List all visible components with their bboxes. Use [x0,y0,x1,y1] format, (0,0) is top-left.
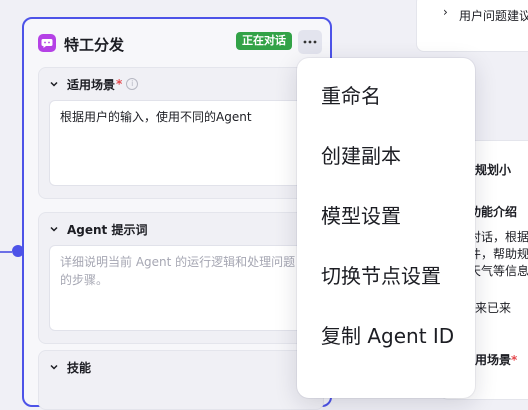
required-mark: * [116,77,123,91]
menu-item-switch-node-settings[interactable]: 切换节点设置 [321,264,441,288]
prompt-header[interactable]: Agent 提示词 [49,221,147,237]
intro-line: 天气等信息 [469,264,528,278]
context-menu: 重命名 创建副本 模型设置 切换节点设置 复制 Agent ID [297,58,475,398]
agent-node-card[interactable]: 特工分发 正在对话 适用场景 * i 根据用户的输入，使用不同的Agent Ag… [22,17,332,410]
chevron-right-icon: › [443,5,448,19]
scenario-header[interactable]: 适用场景 * i [49,76,139,92]
chat-bubble-icon [38,34,56,52]
intro-line: 对话，根据 [469,230,528,244]
menu-item-model-settings[interactable]: 模型设置 [321,204,401,228]
suggestion-row-label: 用户问题建议 [459,9,528,23]
menu-item-copy-agent-id[interactable]: 复制 Agent ID [321,324,454,348]
chevron-down-icon[interactable] [49,224,59,234]
chevron-down-icon[interactable] [49,79,59,89]
node-header: 特工分发 正在对话 [38,30,322,57]
menu-item-rename[interactable]: 重命名 [321,84,381,108]
skills-header[interactable]: 技能 [49,359,91,375]
background-panel-top: › 用户问题建议 [416,0,528,52]
ellipsis-icon [303,40,317,44]
prompt-label: Agent 提示词 [67,222,148,237]
intro-label: 功能介绍 [469,205,518,219]
prompt-textarea[interactable]: 详细说明当前 Agent 的运行逻辑和处理问题的步骤。 [49,245,313,331]
more-options-button[interactable] [298,30,322,54]
skills-label: 技能 [67,360,92,375]
chevron-down-icon[interactable] [49,362,59,372]
scenario-label: 用场景* [475,353,518,367]
node-title[interactable]: 特工分发 [64,34,124,55]
connector-line [0,251,12,253]
info-icon[interactable]: i [126,78,139,90]
prompt-section: Agent 提示词 详细说明当前 Agent 的运行逻辑和处理问题的步骤。 [38,212,324,344]
skills-section: 技能 [38,350,324,410]
menu-item-duplicate[interactable]: 创建副本 [321,144,401,168]
scenario-section: 适用场景 * i 根据用户的输入，使用不同的Agent [38,67,324,199]
scenario-textarea[interactable]: 根据用户的输入，使用不同的Agent [49,100,313,186]
scenario-label: 适用场景 [67,77,116,92]
intro-line: 件，帮助规 [469,247,528,261]
status-badge: 正在对话 [236,32,292,50]
partial-text: 来已来 [475,301,512,315]
